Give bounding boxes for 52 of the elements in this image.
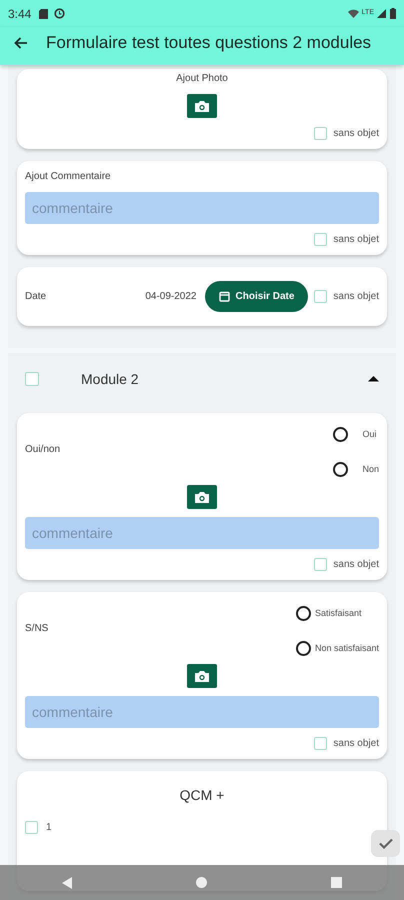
checkbox[interactable] bbox=[314, 127, 328, 140]
back-icon[interactable] bbox=[14, 37, 28, 49]
checkbox-label: sans objet bbox=[333, 737, 379, 751]
radio-button[interactable] bbox=[296, 641, 311, 656]
date-value: 04-09-2022 bbox=[145, 290, 196, 304]
camera-button[interactable] bbox=[187, 94, 217, 118]
check-icon bbox=[378, 838, 392, 849]
checkbox-label: sans objet bbox=[333, 558, 379, 572]
signal-icon bbox=[377, 9, 386, 18]
radio-button[interactable] bbox=[333, 427, 348, 442]
question-label: S/NS bbox=[25, 622, 48, 636]
home-nav-icon[interactable] bbox=[196, 877, 207, 888]
choose-date-button[interactable]: Choisir Date bbox=[204, 281, 308, 312]
camera-icon bbox=[194, 490, 210, 504]
camera-button[interactable] bbox=[187, 485, 217, 509]
wifi-icon bbox=[348, 9, 359, 18]
question-label: Ajout Photo bbox=[175, 72, 229, 86]
calendar-icon bbox=[218, 291, 230, 302]
back-nav-icon[interactable] bbox=[62, 876, 72, 888]
checkbox[interactable] bbox=[314, 737, 328, 750]
checkbox[interactable] bbox=[314, 233, 328, 246]
question-label: Date bbox=[25, 290, 46, 304]
comment-field[interactable]: commentaire bbox=[25, 696, 379, 728]
checkbox-label: sans objet bbox=[333, 290, 379, 304]
radio-button[interactable] bbox=[333, 462, 348, 477]
option-label: 1 bbox=[46, 821, 52, 835]
collapse-icon[interactable] bbox=[368, 375, 379, 382]
question-title: QCM + bbox=[178, 786, 226, 805]
checkbox[interactable] bbox=[25, 821, 38, 834]
camera-icon bbox=[194, 100, 210, 112]
camera-icon bbox=[194, 670, 210, 682]
option-label: Satisfaisant bbox=[314, 606, 362, 620]
comment-field[interactable]: commentaire bbox=[25, 192, 379, 224]
checkbox[interactable] bbox=[25, 372, 39, 386]
confirm-button[interactable] bbox=[371, 830, 400, 857]
module-title: Module 2 bbox=[81, 370, 139, 388]
option-label: Non satisfaisant bbox=[314, 642, 379, 655]
checkbox[interactable] bbox=[314, 558, 328, 571]
option-label: Non bbox=[362, 462, 379, 476]
camera-button[interactable] bbox=[187, 664, 217, 688]
battery-icon bbox=[390, 8, 396, 19]
comment-field[interactable]: commentaire bbox=[25, 517, 379, 549]
question-label: Oui/non bbox=[25, 442, 60, 456]
question-label: Ajout Commentaire bbox=[25, 170, 112, 184]
radio-button[interactable] bbox=[296, 606, 311, 621]
option-label: Oui bbox=[362, 428, 376, 441]
sd-card-icon bbox=[39, 8, 48, 18]
checkbox-label: sans objet bbox=[333, 233, 379, 247]
screen-title: Formulaire test toutes questions 2 modules bbox=[46, 32, 372, 54]
status-time: 3:44 bbox=[8, 6, 32, 22]
checkbox[interactable] bbox=[314, 290, 328, 303]
checkbox-label: sans objet bbox=[333, 127, 379, 141]
